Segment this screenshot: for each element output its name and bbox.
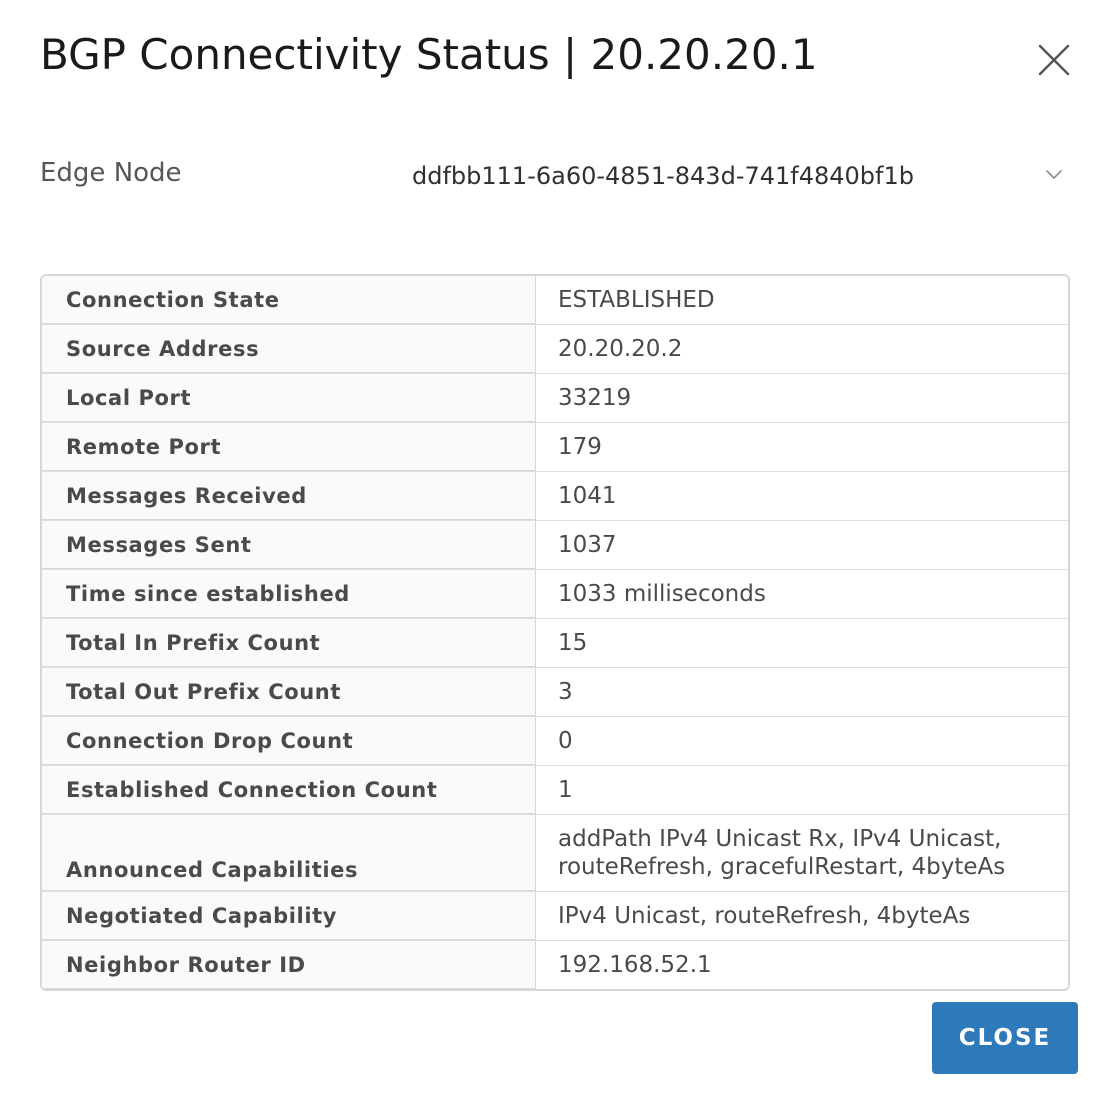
row-label: Neighbor Router ID [42, 941, 536, 989]
row-value: 192.168.52.1 [558, 952, 712, 978]
table-row: Announced Capabilities addPath IPv4 Unic… [42, 814, 1068, 891]
row-label: Total In Prefix Count [42, 619, 536, 667]
row-label: Local Port [42, 374, 536, 422]
row-value: addPath IPv4 Unicast Rx, IPv4 Unicast, r… [558, 826, 1006, 880]
close-button[interactable]: CLOSE [932, 1002, 1078, 1074]
table-row: Connection Drop Count 0 [42, 716, 1068, 765]
row-label: Announced Capabilities [42, 815, 536, 891]
row-value: 1033 milliseconds [558, 581, 766, 607]
row-value: 1037 [558, 532, 617, 558]
row-value: 1041 [558, 483, 617, 509]
row-label: Remote Port [42, 423, 536, 471]
row-value: 15 [558, 630, 588, 656]
table-row: Time since established 1033 milliseconds [42, 569, 1068, 618]
row-label: Source Address [42, 325, 536, 373]
bgp-status-dialog: BGP Connectivity Status | 20.20.20.1 Edg… [0, 0, 1112, 1094]
row-value: 179 [558, 434, 602, 460]
table-row: Messages Sent 1037 [42, 520, 1068, 569]
row-value: 0 [558, 728, 573, 754]
table-row: Total In Prefix Count 15 [42, 618, 1068, 667]
row-label: Time since established [42, 570, 536, 618]
row-label: Connection Drop Count [42, 717, 536, 765]
row-label: Negotiated Capability [42, 892, 536, 940]
edge-node-select[interactable]: ddfbb111-6a60-4851-843d-741f4840bf1b [412, 158, 1072, 198]
row-value: 33219 [558, 385, 632, 411]
table-row: Remote Port 179 [42, 422, 1068, 471]
table-row: Established Connection Count 1 [42, 765, 1068, 814]
row-label: Connection State [42, 276, 536, 324]
dialog-title: BGP Connectivity Status | 20.20.20.1 [40, 30, 818, 79]
row-value: 20.20.20.2 [558, 336, 683, 362]
table-row: Messages Received 1041 [42, 471, 1068, 520]
status-table: Connection State ESTABLISHED Source Addr… [40, 274, 1070, 991]
table-row: Connection State ESTABLISHED [42, 276, 1068, 324]
row-label: Total Out Prefix Count [42, 668, 536, 716]
edge-node-label: Edge Node [40, 158, 182, 188]
row-value: ESTABLISHED [558, 287, 715, 313]
row-value: IPv4 Unicast, routeRefresh, 4byteAs [558, 903, 971, 929]
row-label: Messages Sent [42, 521, 536, 569]
row-value: 3 [558, 679, 573, 705]
chevron-down-icon [1044, 164, 1064, 184]
table-row: Local Port 33219 [42, 373, 1068, 422]
table-row: Neighbor Router ID 192.168.52.1 [42, 940, 1068, 989]
row-value: 1 [558, 777, 573, 803]
row-label: Messages Received [42, 472, 536, 520]
table-row: Total Out Prefix Count 3 [42, 667, 1068, 716]
row-label: Established Connection Count [42, 766, 536, 814]
table-row: Negotiated Capability IPv4 Unicast, rout… [42, 891, 1068, 940]
table-row: Source Address 20.20.20.2 [42, 324, 1068, 373]
edge-node-value: ddfbb111-6a60-4851-843d-741f4840bf1b [412, 162, 914, 190]
close-icon[interactable] [1034, 40, 1074, 80]
